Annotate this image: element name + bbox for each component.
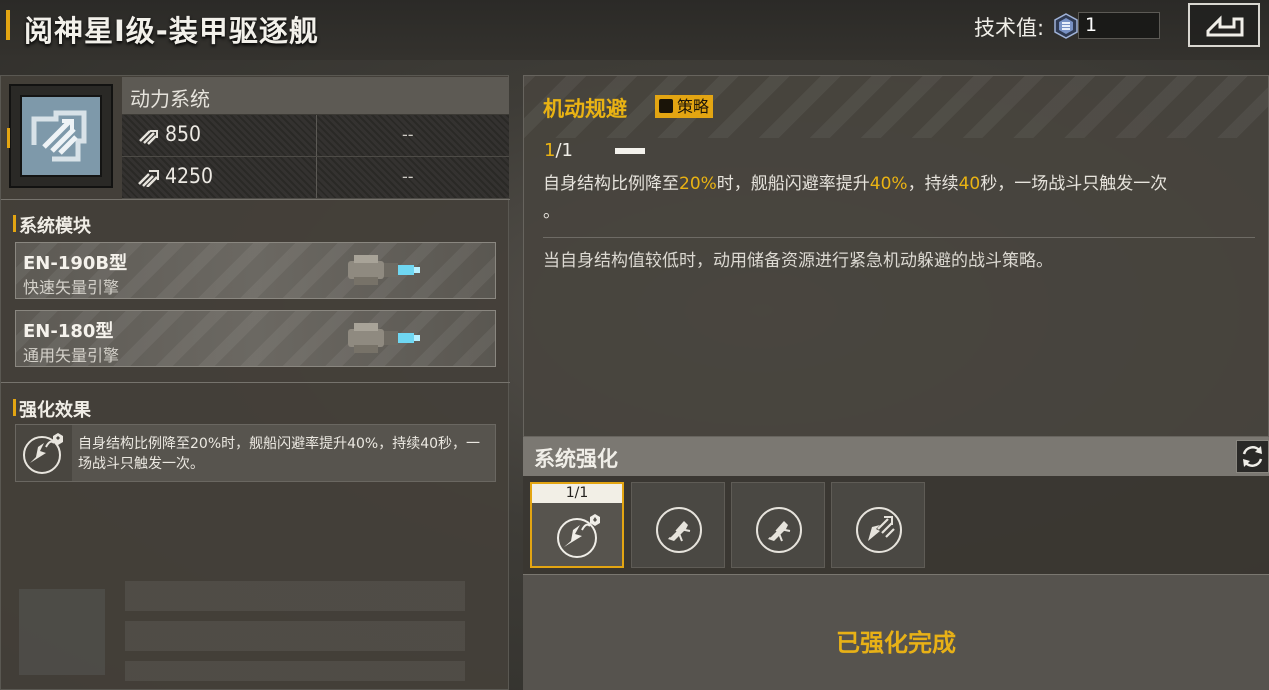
tech-point-icon: [1054, 13, 1078, 39]
stat-divider: [316, 115, 317, 156]
ship-thrust-icon: [756, 507, 802, 553]
effects-heading: 强化效果: [13, 396, 91, 422]
ship-system-panel: 动力系统 850 -- 4250 -- 系统模块 EN-190B型 快速矢量引擎: [0, 75, 510, 690]
module-item-en190b[interactable]: EN-190B型 快速矢量引擎: [15, 242, 496, 299]
enhance-slot-2[interactable]: [631, 482, 725, 568]
desc-highlight: 20%: [679, 174, 717, 194]
module-name: EN-190B型: [23, 253, 128, 274]
enhance-slot-row: 1/1: [523, 476, 1269, 574]
effect-text: 自身结构比例降至20%时，舰船闪避率提升40%，持续40秒，一场战斗只触发一次。: [78, 436, 481, 472]
strategy-tag-icon: [659, 99, 673, 113]
page-title: 阅神星I级-装甲驱逐舰: [24, 14, 319, 48]
refresh-button[interactable]: [1236, 440, 1269, 473]
skill-title: 机动规避: [543, 97, 627, 121]
enhance-slot-3[interactable]: [731, 482, 825, 568]
warp-speed-icon: [138, 170, 159, 187]
skill-tag-text: 策略: [677, 97, 710, 116]
desc-highlight: 40%: [869, 174, 908, 194]
modules-heading: 系统模块: [13, 212, 91, 238]
back-arrow-icon: [1206, 15, 1244, 37]
desc-text: 时，舰船闪避率提升: [716, 174, 870, 194]
effect-icon-wrap: [16, 425, 72, 481]
desc-text: 自身结构比例降至: [543, 174, 679, 194]
stat-row-cruise: 850 --: [122, 115, 509, 157]
enhance-slot-1[interactable]: 1/1: [530, 482, 624, 568]
skill-description: 自身结构比例降至20%时，舰船闪避率提升40%，持续40秒，一场战斗只触发一次。: [543, 170, 1255, 226]
evasion-strategy-icon: [23, 433, 63, 474]
stat-divider: [316, 157, 317, 198]
desc-text: 秒，一场战斗只触发一次: [980, 174, 1168, 194]
engine-icon: [348, 255, 420, 285]
skill-detail-panel: 机动规避 策略 1/1 自身结构比例降至20%时，舰船闪避率提升40%，持续40…: [523, 75, 1269, 437]
slot-level: 1/1: [532, 484, 622, 503]
enhance-title: 系统强化: [534, 447, 618, 471]
enhance-status-panel: 已强化完成: [523, 574, 1269, 690]
title-accent-bar: [6, 10, 10, 40]
effects-heading-text: 强化效果: [19, 400, 91, 421]
warp-speed-value: 4250: [165, 164, 214, 188]
module-desc: 快速矢量引擎: [23, 278, 120, 297]
selected-marker: [7, 128, 10, 148]
evasion-strategy-icon: [557, 514, 600, 558]
cruise-speed-extra: --: [402, 125, 414, 144]
section-accent-bar: [13, 399, 16, 416]
power-system-header: 动力系统: [122, 77, 509, 115]
skill-level-max: /1: [555, 140, 573, 161]
warp-speed-extra: --: [402, 167, 414, 186]
skill-level-progress: [615, 148, 645, 154]
skill-header-stripes: [524, 76, 1268, 138]
ship-speed-icon: [856, 507, 902, 553]
cruise-speed-icon: [139, 130, 158, 145]
skill-tag-badge: 策略: [655, 95, 714, 118]
back-button[interactable]: [1188, 3, 1260, 47]
engine-icon: [348, 323, 420, 353]
background-ghost: [15, 581, 495, 690]
cruise-speed-value: 850: [165, 122, 202, 146]
desc-text: 。: [543, 202, 560, 222]
effect-item: 自身结构比例降至20%时，舰船闪避率提升40%，持续40秒，一场战斗只触发一次。: [15, 424, 496, 482]
skill-level-current: 1: [544, 140, 556, 161]
section-divider: [1, 199, 510, 200]
enhance-header: 系统强化: [523, 437, 1269, 476]
section-divider: [1, 382, 510, 383]
tech-value-label: 技术值:: [974, 16, 1045, 40]
module-name: EN-180型: [23, 321, 114, 342]
module-desc: 通用矢量引擎: [23, 346, 120, 365]
skill-level: 1/1: [544, 140, 573, 161]
desc-highlight: 40: [958, 174, 981, 194]
ship-thrust-icon: [656, 507, 702, 553]
module-item-en180[interactable]: EN-180型 通用矢量引擎: [15, 310, 496, 367]
top-bar: 阅神星I级-装甲驱逐舰 技术值: 1: [0, 0, 1269, 60]
skill-separator: [543, 237, 1255, 238]
power-system-icon: [20, 95, 102, 177]
modules-heading-text: 系统模块: [19, 216, 91, 237]
section-accent-bar: [13, 215, 16, 232]
enhance-slot-4[interactable]: [831, 482, 925, 568]
enhance-status-text: 已强化完成: [836, 629, 956, 657]
power-system-title: 动力系统: [130, 87, 210, 111]
desc-text: ，持续: [907, 174, 959, 194]
stat-row-warp: 4250 --: [122, 157, 509, 199]
power-system-icon-frame: [9, 84, 113, 188]
tech-value-display: 1: [1078, 12, 1160, 39]
skill-flavor-text: 当自身结构值较低时，动用储备资源进行紧急机动躲避的战斗策略。: [543, 251, 1053, 271]
refresh-icon: [1242, 446, 1263, 467]
